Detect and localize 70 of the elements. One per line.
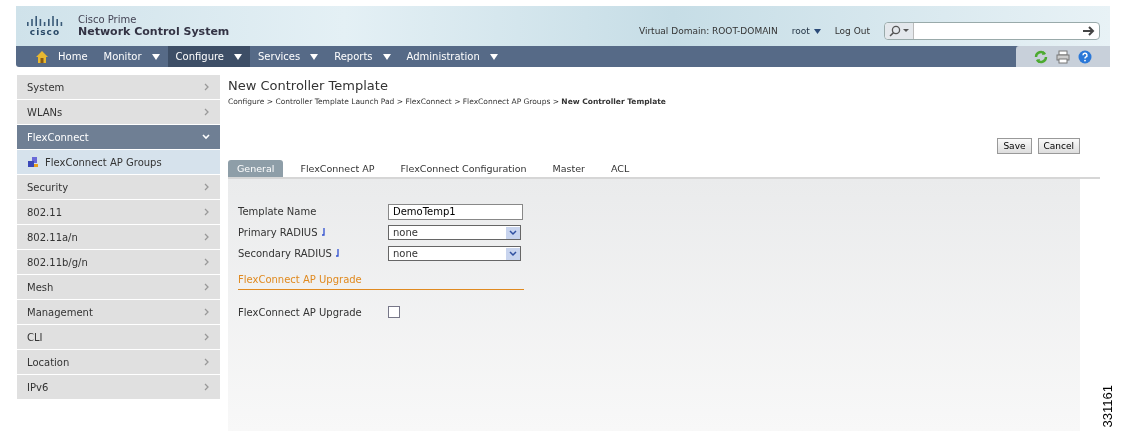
virtual-domain: Virtual Domain: ROOT-DOMAIN bbox=[638, 26, 778, 36]
menu-item[interactable]: Configure bbox=[167, 46, 250, 67]
menu-item[interactable]: Reports bbox=[326, 46, 399, 67]
tab[interactable]: Master bbox=[543, 160, 594, 177]
chevron-right-icon bbox=[204, 333, 210, 341]
ap-group-icon bbox=[27, 156, 39, 168]
field-label: Primary RADIUS bbox=[238, 227, 318, 238]
caret-icon bbox=[310, 53, 319, 60]
sidebar-item[interactable]: WLANs bbox=[17, 100, 220, 124]
help-icon[interactable] bbox=[1078, 49, 1092, 64]
sidebar-item[interactable]: IPv6 bbox=[17, 375, 220, 399]
search-icon bbox=[888, 25, 910, 37]
menu-item[interactable]: Administration bbox=[398, 46, 506, 67]
chevron-right-icon bbox=[204, 108, 210, 116]
caret-icon bbox=[489, 53, 498, 60]
house-icon bbox=[36, 50, 48, 63]
sidebar-item[interactable]: Security bbox=[17, 175, 220, 199]
go-arrow-icon[interactable] bbox=[1083, 26, 1095, 36]
caret-icon bbox=[234, 53, 242, 60]
chevron-right-icon bbox=[204, 283, 210, 291]
field-label: Template Name bbox=[238, 206, 317, 217]
user-menu[interactable]: root bbox=[791, 26, 821, 36]
menu-item[interactable]: Monitor bbox=[95, 46, 168, 67]
tab[interactable]: FlexConnect AP bbox=[291, 160, 384, 177]
printer-icon[interactable] bbox=[1056, 49, 1070, 64]
caret-icon bbox=[151, 53, 160, 60]
sidebar-item[interactable]: Mesh bbox=[17, 275, 220, 299]
page-title: New Controller Template bbox=[228, 78, 389, 93]
cancel-button[interactable]: Cancel bbox=[1037, 138, 1080, 154]
caret-icon bbox=[813, 28, 821, 34]
tab[interactable]: FlexConnect Configuration bbox=[391, 160, 536, 177]
info-mark-icon bbox=[320, 228, 325, 237]
caret-icon bbox=[382, 53, 391, 60]
sidebar-subitem[interactable]: FlexConnect AP Groups bbox=[17, 150, 220, 174]
sidebar-item[interactable]: CLI bbox=[17, 325, 220, 349]
sidebar-item[interactable]: FlexConnect bbox=[17, 125, 220, 149]
chevron-right-icon bbox=[204, 233, 210, 241]
sidebar-item[interactable]: 802.11b/g/n bbox=[17, 250, 220, 274]
sidebar-item[interactable]: 802.11 bbox=[17, 200, 220, 224]
chevron-right-icon bbox=[204, 258, 210, 266]
chevron-right-icon bbox=[204, 308, 210, 316]
chevron-right-icon bbox=[204, 183, 210, 191]
product-line: Cisco Prime bbox=[78, 14, 138, 25]
chevron-right-icon bbox=[204, 383, 210, 391]
product-name: Network Control System bbox=[78, 25, 230, 38]
sidebar-item[interactable]: System bbox=[17, 75, 220, 99]
menu-item[interactable]: Home bbox=[28, 46, 96, 67]
checkbox[interactable] bbox=[388, 306, 400, 318]
logout-link[interactable]: Log Out bbox=[834, 26, 870, 36]
chevron-right-icon bbox=[204, 83, 210, 91]
field-label: Secondary RADIUS bbox=[238, 248, 332, 259]
chevron-right-icon bbox=[204, 208, 210, 216]
dropdown[interactable]: none bbox=[388, 246, 521, 261]
cisco-logo-text: cisco bbox=[29, 26, 61, 37]
search-field[interactable] bbox=[884, 22, 1100, 40]
chevron-down-icon bbox=[202, 134, 210, 140]
tab[interactable]: ACL bbox=[602, 160, 639, 177]
info-mark-icon bbox=[334, 249, 339, 258]
figure-number: 331161 bbox=[1100, 384, 1115, 427]
sidebar-item[interactable]: Location bbox=[17, 350, 220, 374]
sidebar-item[interactable]: 802.11a/n bbox=[17, 225, 220, 249]
chevron-right-icon bbox=[204, 358, 210, 366]
section-heading: FlexConnect AP Upgrade bbox=[238, 264, 524, 290]
dropdown[interactable]: none bbox=[388, 225, 521, 240]
sidebar-item[interactable]: Management bbox=[17, 300, 220, 324]
field-label: FlexConnect AP Upgrade bbox=[238, 306, 362, 318]
save-button[interactable]: Save bbox=[997, 138, 1032, 154]
menu-item[interactable]: Services bbox=[250, 46, 327, 67]
cisco-bars-icon bbox=[26, 15, 64, 26]
text-input[interactable]: DemoTemp1 bbox=[388, 203, 523, 220]
